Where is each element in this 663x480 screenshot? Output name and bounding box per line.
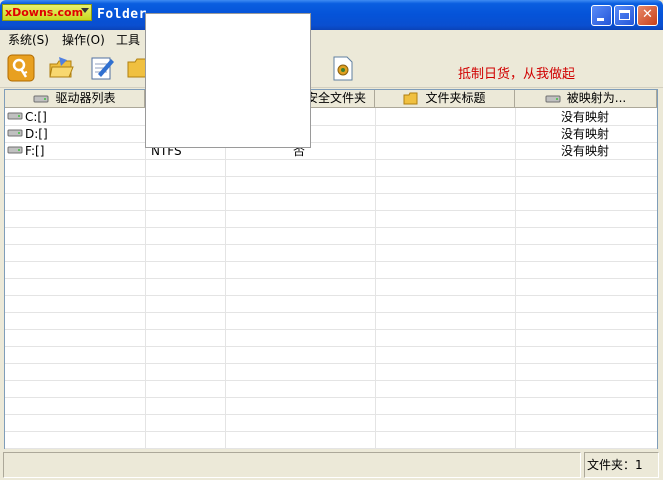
empty-row bbox=[5, 296, 657, 313]
table-row[interactable]: D:[] 没有映射 bbox=[5, 126, 657, 143]
empty-row bbox=[5, 160, 657, 177]
maximize-icon bbox=[619, 10, 630, 20]
open-folder-icon bbox=[49, 57, 74, 78]
menu-tools[interactable]: 工具 bbox=[116, 31, 140, 48]
folder-icon bbox=[403, 92, 418, 105]
drive-list-table: 驱动器列表 安全文件夹 文件夹标题 被映射为... C:[] 没有映射 D:[]… bbox=[4, 89, 658, 449]
empty-row bbox=[5, 313, 657, 330]
menu-system[interactable]: 系统(S) bbox=[8, 31, 49, 48]
logo-text: xDowns.com bbox=[5, 6, 84, 19]
column-label: 驱动器列表 bbox=[55, 91, 116, 105]
table-row[interactable]: F:[] NTFS 否 没有映射 bbox=[5, 143, 657, 160]
drive-icon bbox=[7, 143, 25, 159]
logo-dropdown-icon bbox=[81, 8, 89, 13]
mapped-value: 没有映射 bbox=[561, 144, 610, 158]
document-gear-icon bbox=[333, 56, 353, 81]
empty-row bbox=[5, 211, 657, 228]
table-row[interactable]: C:[] 没有映射 bbox=[5, 109, 657, 126]
column-label: 安全文件夹 bbox=[305, 91, 366, 105]
drive-icon bbox=[7, 109, 25, 125]
empty-row bbox=[5, 381, 657, 398]
column-header-mapped-as[interactable]: 被映射为... bbox=[515, 90, 657, 108]
empty-row bbox=[5, 398, 657, 415]
minimize-icon bbox=[597, 18, 604, 21]
drive-icon bbox=[545, 95, 561, 102]
toolbar: 抵制日货，从我做起 bbox=[0, 48, 663, 88]
close-button[interactable]: ✕ bbox=[637, 5, 658, 26]
table-header: 驱动器列表 安全文件夹 文件夹标题 被映射为... bbox=[5, 90, 657, 108]
slogan-text: 抵制日货，从我做起 bbox=[458, 67, 576, 82]
key-icon bbox=[7, 54, 35, 82]
drive-icon bbox=[33, 95, 49, 102]
popup-overlay[interactable] bbox=[145, 13, 311, 148]
mapped-value: 没有映射 bbox=[561, 110, 610, 124]
settings-button[interactable] bbox=[329, 54, 357, 82]
empty-row bbox=[5, 228, 657, 245]
drive-name: C:[] bbox=[25, 110, 47, 124]
empty-row bbox=[5, 415, 657, 432]
empty-row bbox=[5, 245, 657, 262]
key-button[interactable] bbox=[7, 54, 35, 82]
minimize-button[interactable] bbox=[591, 5, 612, 26]
empty-row bbox=[5, 177, 657, 194]
maximize-button[interactable] bbox=[614, 5, 635, 26]
drive-icon bbox=[7, 126, 25, 142]
drive-name: D:[] bbox=[25, 127, 48, 141]
title-bar: xDowns.com Folder ✕ bbox=[0, 0, 663, 30]
empty-row bbox=[5, 279, 657, 296]
column-header-drives[interactable]: 驱动器列表 bbox=[5, 90, 145, 108]
empty-row bbox=[5, 330, 657, 347]
folder-count-status: 文件夹：1 bbox=[584, 452, 659, 478]
column-header-folder-title[interactable]: 文件夹标题 bbox=[375, 90, 515, 108]
menu-bar: 系统(S) 操作(O) 工具 bbox=[0, 30, 663, 48]
status-panel-main bbox=[3, 452, 581, 478]
empty-row bbox=[5, 432, 657, 449]
edit-button[interactable] bbox=[88, 54, 116, 82]
drive-name: F:[] bbox=[25, 144, 45, 158]
app-logo[interactable]: xDowns.com bbox=[2, 4, 92, 21]
column-label: 文件夹标题 bbox=[425, 91, 486, 105]
empty-row bbox=[5, 364, 657, 381]
column-label: 被映射为... bbox=[566, 91, 627, 105]
menu-operation[interactable]: 操作(O) bbox=[62, 31, 105, 48]
empty-row bbox=[5, 194, 657, 211]
mapped-value: 没有映射 bbox=[561, 127, 610, 141]
empty-row bbox=[5, 262, 657, 279]
status-bar: 文件夹：1 bbox=[0, 450, 663, 480]
close-icon: ✕ bbox=[642, 7, 653, 22]
edit-note-icon bbox=[91, 57, 114, 80]
empty-row bbox=[5, 347, 657, 364]
open-folder-button[interactable] bbox=[47, 54, 75, 82]
window-title: Folder bbox=[97, 7, 147, 22]
